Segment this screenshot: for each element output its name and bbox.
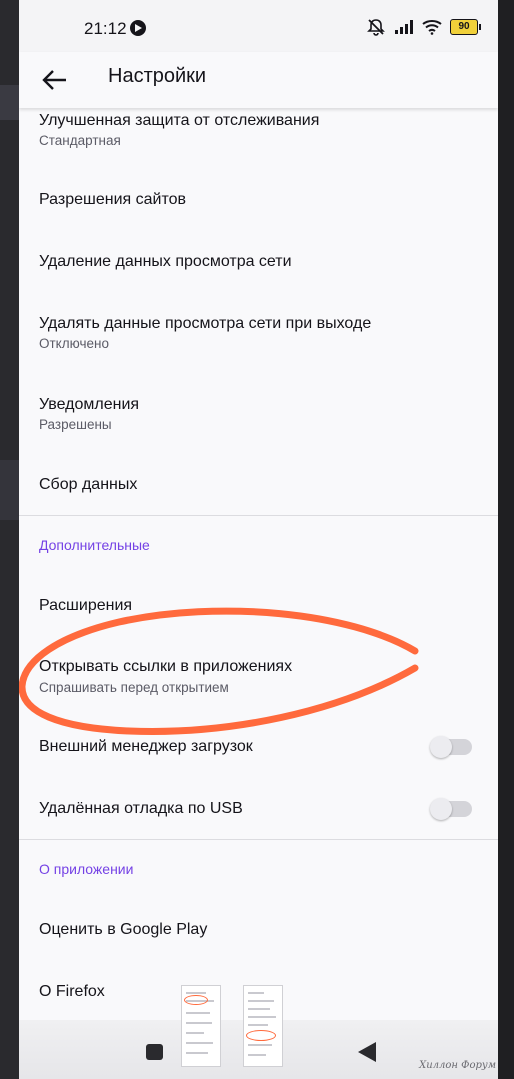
toggle-knob [430,736,452,758]
external-download-manager-toggle[interactable] [430,736,472,758]
section-header-advanced: Дополнительные [39,537,150,553]
background-right-strip [498,0,514,1079]
recent-apps-button[interactable] [146,1044,163,1060]
system-back-button[interactable] [358,1042,376,1062]
phone-screen: 21:12 90 Настройки Улучшенная защита от … [19,0,498,1079]
setting-tracking-protection[interactable]: Улучшенная защита от отслеживания Станда… [19,108,498,153]
setting-notifications[interactable]: Уведомления Разрешены [19,375,498,445]
item-title: Уведомления [39,396,140,413]
section-divider [19,839,498,840]
setting-open-links-in-apps[interactable]: Открывать ссылки в приложениях Спрашиват… [19,637,498,707]
item-title: Расширения [39,597,133,614]
item-title: Сбор данных [39,476,138,493]
remote-debugging-toggle[interactable] [430,798,472,820]
item-subtitle: Спрашивать перед открытием [39,680,229,695]
item-title: Удалять данные просмотра сети при выходе [39,315,372,332]
section-divider [19,515,498,516]
screenshot-thumbnail-2[interactable] [243,985,283,1067]
item-title: Оценить в Google Play [39,921,208,938]
item-subtitle: Отключено [39,336,109,351]
battery-icon: 90 [450,19,481,35]
section-header-about: О приложении [39,861,134,877]
status-time: 21:12 [84,19,127,38]
setting-remote-debugging-usb[interactable]: Удалённая отладка по USB [19,779,498,839]
item-title: Удаление данных просмотра сети [39,253,292,270]
status-icons: 90 [366,17,481,37]
item-subtitle: Разрешены [39,417,112,432]
screenshot-thumbnail-1[interactable] [181,985,221,1067]
setting-site-permissions[interactable]: Разрешения сайтов [19,170,498,230]
item-title: О Firefox [39,983,105,1000]
signal-icon [395,20,413,34]
page-title: Настройки [108,65,207,87]
setting-extensions[interactable]: Расширения [19,576,498,634]
item-subtitle: Стандартная [39,133,121,148]
toggle-knob [430,798,452,820]
mute-bell-icon [367,19,385,36]
wifi-icon [422,20,442,35]
item-title: Удалённая отладка по USB [39,800,243,817]
item-title: Улучшенная защита от отслеживания [39,112,320,129]
app-bar: Настройки [19,52,498,108]
back-arrow-icon[interactable] [39,64,71,96]
watermark: Хиллон Форум [419,1060,496,1071]
setting-data-collection[interactable]: Сбор данных [19,455,498,513]
setting-delete-browsing-data[interactable]: Удаление данных просмотра сети [19,232,498,292]
item-title: Разрешения сайтов [39,191,186,208]
setting-delete-data-on-quit[interactable]: Удалять данные просмотра сети при выходе… [19,294,498,364]
background-left-strip [0,0,19,1079]
media-playing-icon [130,20,146,36]
setting-rate-google-play[interactable]: Оценить в Google Play [19,900,498,958]
status-bar: 21:12 90 [19,0,498,52]
item-title: Открывать ссылки в приложениях [39,658,293,675]
setting-external-download-manager[interactable]: Внешний менеджер загрузок [19,717,498,777]
item-title: Внешний менеджер загрузок [39,738,253,755]
